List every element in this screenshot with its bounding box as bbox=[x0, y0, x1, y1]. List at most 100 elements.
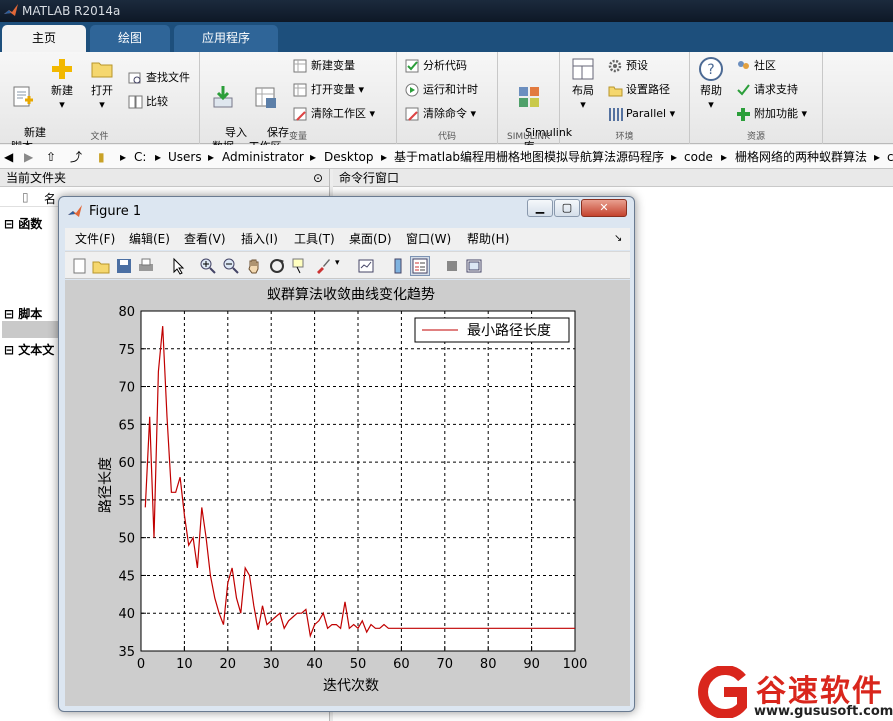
figure-canvas[interactable]: 蚁群算法收敛曲线变化趋势 0 10 20 30 40 50 60 70 80 90 100 35 40 4… bbox=[65, 280, 630, 706]
run-and-time-button[interactable]: 运行和计时 bbox=[405, 80, 478, 100]
show-plot-tools-icon[interactable] bbox=[465, 257, 483, 275]
breadcrumb-drive[interactable]: C: bbox=[134, 145, 146, 169]
legend[interactable]: 最小路径长度 bbox=[414, 317, 570, 343]
help-dropdown-icon: ▾ bbox=[708, 98, 714, 111]
y-tick-label: 65 bbox=[118, 418, 135, 433]
y-tick-label: 45 bbox=[118, 569, 135, 584]
figure-menu-bar: 文件(F) 编辑(E) 查看(V) 插入(I) 工具(T) 桌面(D) 窗口(W… bbox=[65, 228, 630, 250]
compare-button[interactable]: 比较 bbox=[128, 92, 168, 112]
menu-window[interactable]: 窗口(W) bbox=[406, 228, 451, 250]
brush-icon[interactable] bbox=[314, 257, 332, 275]
add-ons-label: 附加功能 bbox=[754, 107, 798, 120]
colorbar-icon[interactable] bbox=[389, 257, 407, 275]
print-icon[interactable] bbox=[137, 257, 155, 275]
clear-commands-button[interactable]: 清除命令 ▾ bbox=[405, 104, 476, 124]
link-plot-icon[interactable] bbox=[357, 257, 375, 275]
set-path-button[interactable]: 设置路径 bbox=[608, 80, 670, 100]
pointer-arrow-icon[interactable] bbox=[169, 257, 187, 275]
help-button[interactable]: ? 帮助 ▾ bbox=[692, 56, 730, 112]
preferences-label: 预设 bbox=[626, 59, 648, 72]
open-variable-button[interactable]: 打开变量 ▾ bbox=[293, 80, 364, 100]
set-path-icon bbox=[608, 86, 623, 96]
collapse-icon[interactable]: ⊟ bbox=[4, 343, 14, 357]
save-icon[interactable] bbox=[115, 257, 133, 275]
selected-file-row[interactable] bbox=[2, 321, 62, 338]
zoom-in-icon[interactable] bbox=[199, 257, 217, 275]
find-files-icon bbox=[128, 72, 141, 83]
tab-home[interactable]: 主页 bbox=[2, 25, 86, 52]
section-text-files[interactable]: ⊟ 文本文 bbox=[4, 341, 54, 358]
breadcrumb-code[interactable]: code bbox=[684, 145, 713, 169]
x-tick-label: 100 bbox=[563, 657, 588, 672]
collapse-icon[interactable]: ⊟ bbox=[4, 217, 14, 231]
breadcrumb-project[interactable]: 基于matlab编程用栅格地图模拟导航算法源码程序 bbox=[394, 145, 664, 169]
dock-arrow-icon[interactable]: ↘ bbox=[614, 228, 622, 250]
new-dropdown-icon: ▾ bbox=[59, 98, 65, 111]
command-window-title: 命令行窗口 bbox=[339, 171, 400, 185]
open-button[interactable]: 打开 ▾ bbox=[83, 56, 121, 112]
convergence-chart[interactable]: 蚁群算法收敛曲线变化趋势 0 10 20 30 40 50 60 70 80 90 100 35 40 4… bbox=[65, 280, 630, 706]
current-folder-address-bar[interactable]: ◀ ▶ ⇧ ⤴ ▮ ▸ C: ▸ Users ▸ Administrator ▸… bbox=[0, 145, 893, 169]
resources-group-label: 资源 bbox=[746, 132, 765, 142]
hide-plot-tools-icon[interactable] bbox=[443, 257, 461, 275]
compare-label: 比较 bbox=[146, 95, 168, 108]
maximize-button[interactable]: ▢ bbox=[554, 199, 580, 217]
save-workspace-icon bbox=[255, 87, 276, 108]
analyze-code-button[interactable]: 分析代码 bbox=[405, 56, 467, 76]
figure-title-bar[interactable]: Figure 1 ▁ ▢ ✕ bbox=[59, 197, 634, 227]
y-tick-label: 60 bbox=[118, 456, 135, 471]
analyze-code-icon bbox=[405, 59, 419, 72]
parallel-button[interactable]: Parallel ▾ bbox=[608, 104, 675, 124]
layout-button[interactable]: 布局 ▾ bbox=[564, 56, 602, 112]
add-ons-button[interactable]: 附加功能 ▾ bbox=[736, 104, 807, 124]
zoom-out-icon[interactable] bbox=[222, 257, 240, 275]
menu-edit[interactable]: 编辑(E) bbox=[129, 228, 170, 250]
legend-icon[interactable] bbox=[410, 256, 430, 276]
section-scripts[interactable]: ⊟ 脚本 bbox=[4, 305, 42, 322]
new-figure-icon[interactable] bbox=[71, 257, 89, 275]
request-support-button[interactable]: 请求支持 bbox=[736, 80, 798, 100]
back-arrow-icon[interactable]: ◀ bbox=[4, 145, 13, 169]
menu-tools[interactable]: 工具(T) bbox=[294, 228, 335, 250]
forward-arrow-icon[interactable]: ▶ bbox=[24, 145, 33, 169]
menu-help[interactable]: 帮助(H) bbox=[467, 228, 509, 250]
menu-file[interactable]: 文件(F) bbox=[75, 228, 115, 250]
menu-desktop[interactable]: 桌面(D) bbox=[349, 228, 392, 250]
up-folder-icon[interactable]: ⇧ bbox=[46, 145, 56, 169]
tab-apps[interactable]: 应用程序 bbox=[174, 25, 278, 52]
preferences-button[interactable]: 预设 bbox=[608, 56, 648, 76]
rotate-3d-icon[interactable] bbox=[268, 257, 286, 275]
breadcrumb-desktop[interactable]: Desktop bbox=[324, 145, 374, 169]
x-tick-label: 80 bbox=[480, 657, 497, 672]
panel-options-icon[interactable]: ⊙ bbox=[313, 169, 323, 187]
clear-workspace-button[interactable]: 清除工作区 ▾ bbox=[293, 104, 375, 124]
new-button[interactable]: 新建 ▾ bbox=[43, 56, 81, 112]
menu-view[interactable]: 查看(V) bbox=[184, 228, 226, 250]
plot-area[interactable]: 0 10 20 30 40 50 60 70 80 90 100 35 40 45 50 55 60 65 70 75… bbox=[118, 305, 587, 672]
close-button[interactable]: ✕ bbox=[581, 199, 627, 217]
menu-insert[interactable]: 插入(I) bbox=[241, 228, 278, 250]
breadcrumb-subfolder[interactable]: c bbox=[887, 145, 893, 169]
brand-url: www.gususoft.com bbox=[754, 704, 893, 719]
section-functions[interactable]: ⊟ 函数 bbox=[4, 215, 42, 232]
data-cursor-icon[interactable] bbox=[291, 257, 309, 275]
open-dropdown-icon: ▾ bbox=[99, 98, 105, 111]
tab-plots[interactable]: 绘图 bbox=[90, 25, 170, 52]
collapse-icon[interactable]: ⊟ bbox=[4, 307, 14, 321]
brush-dropdown-icon[interactable]: ▾ bbox=[335, 258, 340, 268]
find-files-button[interactable]: 查找文件 bbox=[128, 68, 190, 88]
community-button[interactable]: 社区 bbox=[736, 56, 776, 76]
breadcrumb-users[interactable]: Users bbox=[168, 145, 202, 169]
name-column-header[interactable]: 名 bbox=[44, 190, 56, 207]
new-variable-button[interactable]: 新建变量 bbox=[293, 56, 355, 76]
minimize-button[interactable]: ▁ bbox=[527, 199, 553, 217]
breadcrumb-algorithm[interactable]: 栅格网络的两种蚁群算法 bbox=[735, 145, 867, 169]
app-title: MATLAB R2014a bbox=[22, 4, 121, 18]
figure-window[interactable]: Figure 1 ▁ ▢ ✕ 文件(F) 编辑(E) 查看(V) 插入(I) 工… bbox=[58, 196, 635, 712]
browse-folder-icon[interactable]: ⤴ bbox=[70, 145, 82, 169]
pan-hand-icon[interactable] bbox=[245, 257, 263, 275]
clear-commands-label: 清除命令 bbox=[423, 107, 467, 120]
breadcrumb-separator-icon: ▸ bbox=[671, 150, 678, 164]
open-file-icon[interactable] bbox=[92, 257, 110, 275]
breadcrumb-administrator[interactable]: Administrator bbox=[222, 145, 304, 169]
